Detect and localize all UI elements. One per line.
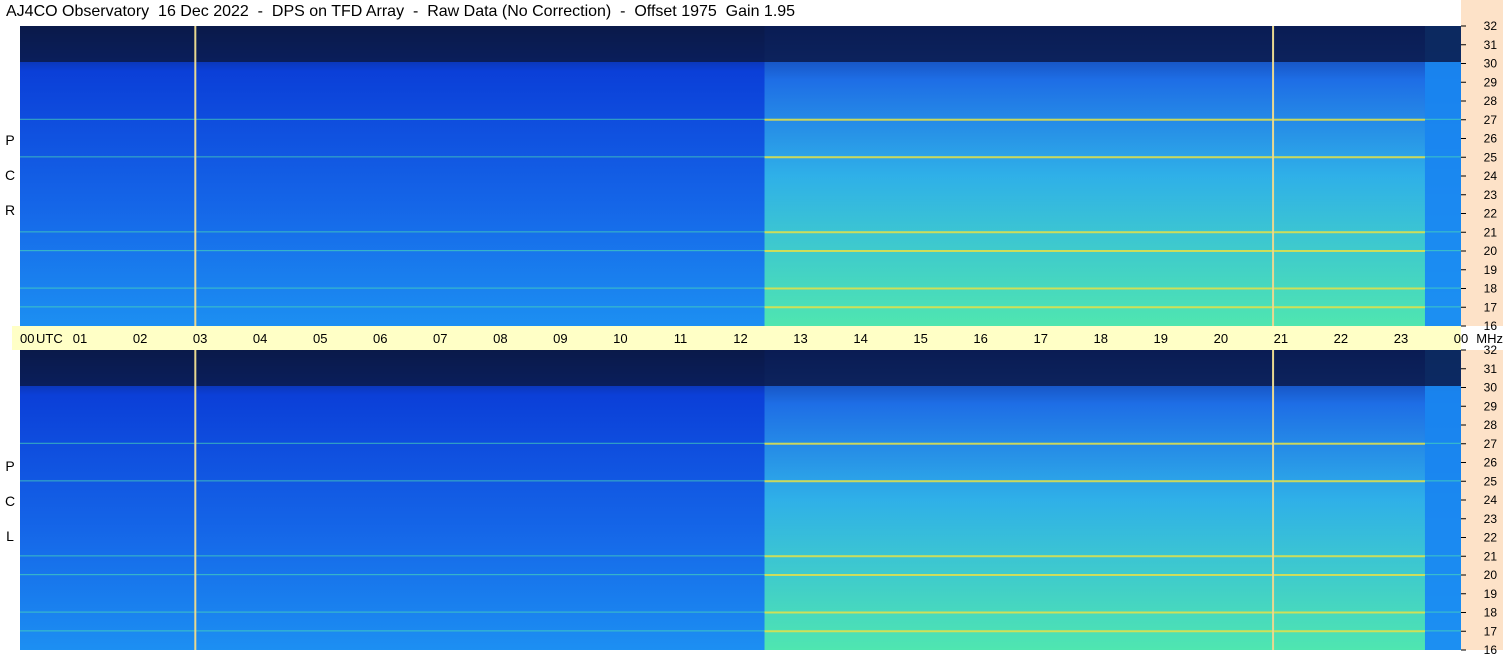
time-tick-label: 23 (1394, 331, 1408, 346)
frequency-tick-label: 20 (1484, 568, 1498, 582)
post-sunset-region (1424, 26, 1461, 326)
frequency-tick-label: 29 (1484, 75, 1498, 89)
frequency-tick-label: 29 (1484, 399, 1498, 413)
time-axis-unit: UTC (36, 331, 63, 346)
frequency-tick-label: 25 (1484, 150, 1498, 164)
spectrogram-plots: 00 01 02 03 04 05 06 07 08 09 10 11 12 13 14 15 16 17 18 19… (12, 19, 1503, 657)
frequency-tick-label: 31 (1484, 38, 1498, 52)
frequency-tick-label: 18 (1484, 282, 1498, 296)
interference-band-day (764, 480, 1425, 483)
frequency-tick-label: 31 (1484, 362, 1498, 376)
time-tick-label: 10 (613, 331, 627, 346)
frequency-tick-label: 25 (1484, 474, 1498, 488)
interference-band-day (764, 630, 1425, 633)
time-tick-label: 05 (313, 331, 327, 346)
spectrogram-figure: AJ4CO Observatory 16 Dec 2022 - DPS on T… (0, 0, 1503, 672)
frequency-tick-label: 32 (1484, 343, 1498, 357)
frequency-tick-label: 26 (1484, 456, 1498, 470)
time-tick-label: 19 (1154, 331, 1168, 346)
frequency-tick-label: 24 (1484, 493, 1498, 507)
time-tick-label: 06 (373, 331, 387, 346)
time-tick-label: 09 (553, 331, 567, 346)
post-sunset-region (1424, 350, 1461, 650)
frequency-tick-label: 28 (1484, 94, 1498, 108)
frequency-tick-label: 24 (1484, 169, 1498, 183)
time-tick-label: 18 (1094, 331, 1108, 346)
time-tick-label: 04 (253, 331, 267, 346)
frequency-tick-label: 30 (1484, 381, 1498, 395)
frequency-tick-label: 19 (1484, 587, 1498, 601)
time-tick-label: 01 (73, 331, 87, 346)
time-tick-label: 02 (133, 331, 147, 346)
lcp-spectrogram (20, 350, 1461, 650)
frequency-tick-label: 17 (1484, 300, 1498, 314)
interference-band-day (764, 287, 1425, 290)
time-tick-label: 17 (1033, 331, 1047, 346)
interference-band-day (764, 555, 1425, 558)
frequency-tick-label: 18 (1484, 606, 1498, 620)
frequency-tick-label: 32 (1484, 19, 1498, 33)
time-tick-label: 03 (193, 331, 207, 346)
time-tick-label: 20 (1214, 331, 1228, 346)
frequency-tick-label: 22 (1484, 531, 1498, 545)
time-tick-label: 21 (1274, 331, 1288, 346)
time-tick-label: 00 (20, 331, 34, 346)
interference-band-day (764, 611, 1425, 614)
interference-band-day (764, 118, 1425, 121)
time-tick-label: 14 (853, 331, 867, 346)
time-tick-label: 13 (793, 331, 807, 346)
frequency-tick-label: 30 (1484, 57, 1498, 71)
frequency-tick-label: 16 (1484, 319, 1498, 333)
time-tick-label: 15 (913, 331, 927, 346)
day-region (764, 26, 1425, 326)
time-tick-label: 11 (674, 331, 688, 346)
frequency-tick-label: 23 (1484, 512, 1498, 526)
interference-band-day (764, 156, 1425, 159)
frequency-tick-label: 20 (1484, 244, 1498, 258)
frequency-tick-label: 21 (1484, 549, 1498, 563)
interference-band-day (764, 574, 1425, 576)
frequency-tick-label: 26 (1484, 132, 1498, 146)
time-axis: 00 01 02 03 04 05 06 07 08 09 10 11 12 13 14 15 16 17 18 19… (12, 326, 1503, 350)
time-tick-label: 16 (973, 331, 987, 346)
time-tick-label: 12 (733, 331, 747, 346)
frequency-tick-label: 28 (1484, 418, 1498, 432)
time-tick-label: 08 (493, 331, 507, 346)
interference-band-day (764, 306, 1425, 309)
rcp-spectrogram (20, 26, 1461, 326)
upper-band-dark (20, 350, 1461, 386)
interference-band-day (764, 250, 1425, 252)
frequency-tick-label: 17 (1484, 624, 1498, 638)
frequency-tick-label: 27 (1484, 437, 1498, 451)
frequency-tick-label: 23 (1484, 188, 1498, 202)
time-tick-label: 00 (1454, 331, 1468, 346)
frequency-tick-label: 19 (1484, 263, 1498, 277)
frequency-tick-label: 16 (1484, 643, 1498, 657)
frequency-tick-label: 21 (1484, 225, 1498, 239)
time-tick-label: 22 (1334, 331, 1348, 346)
upper-band-dark (20, 26, 1461, 62)
interference-band-day (764, 442, 1425, 445)
day-region (764, 350, 1425, 650)
time-tick-label: 07 (433, 331, 447, 346)
frequency-tick-label: 22 (1484, 207, 1498, 221)
interference-band-day (764, 231, 1425, 234)
frequency-tick-label: 27 (1484, 113, 1498, 127)
